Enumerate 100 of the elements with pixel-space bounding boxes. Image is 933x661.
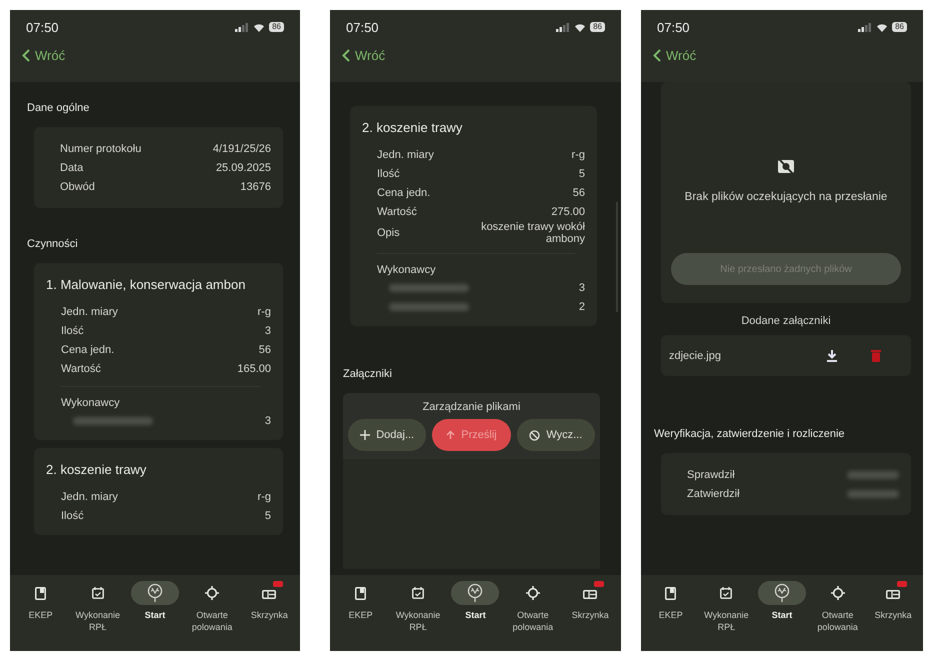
field-label: Numer protokołu — [60, 142, 142, 154]
redacted-name — [847, 490, 899, 498]
manager-title: Zarządzanie plikami — [422, 401, 522, 413]
antler-emblem-icon — [467, 583, 484, 603]
nav-tab[interactable]: Otwarte polowania — [184, 581, 240, 633]
section-title: Weryfikacja, zatwierdzenie i rozliczenie — [654, 428, 846, 440]
field-label: Jedn. miary — [61, 490, 118, 502]
section-title: Dane ogólne — [27, 102, 90, 114]
performer-count: 2 — [578, 300, 585, 312]
field-label: Wartość — [61, 362, 101, 374]
activity-title: 2. koszenie trawy — [362, 120, 464, 135]
field-label: Opis — [377, 227, 400, 239]
mailbox-icon — [262, 587, 276, 599]
field-value: 3 — [264, 324, 271, 336]
field-value: 13676 — [240, 180, 271, 192]
field-label: Wartość — [377, 206, 417, 218]
nav-tab[interactable]: Wykonanie RPŁ — [70, 581, 126, 633]
field-value: koszenie trawy wokół ambony — [480, 221, 585, 245]
back-button[interactable]: Wróć — [653, 48, 696, 63]
crosshair-icon — [526, 586, 540, 600]
mailbox-icon — [583, 587, 598, 599]
back-button[interactable]: Wróć — [22, 48, 66, 63]
nav-tab[interactable]: Wykonanie RPŁ — [698, 581, 754, 633]
nav-tab[interactable]: Start — [754, 581, 810, 633]
field-label: Cena jedn. — [377, 186, 430, 198]
section-title: Załączniki — [343, 368, 393, 380]
crosshair-icon — [830, 586, 845, 600]
battery-level: 86 — [590, 22, 605, 32]
clear-button[interactable]: Wycz... — [516, 419, 595, 451]
nav-tab[interactable]: EKEP — [12, 581, 69, 633]
file-row[interactable]: zdjecie.jpg — [661, 335, 911, 376]
field-value: 56 — [258, 344, 271, 356]
download-icon[interactable] — [827, 350, 837, 362]
mailbox-icon — [886, 587, 900, 599]
field-label: Data — [60, 162, 84, 174]
nav-tab[interactable]: EKEP — [332, 581, 389, 633]
activity-title: 1. Malowanie, konserwacja ambon — [46, 277, 246, 292]
crosshair-icon — [205, 586, 220, 600]
antler-emblem-icon — [774, 583, 790, 603]
antler-emblem-icon — [146, 583, 163, 603]
section-caption: Dodane załączniki — [740, 315, 832, 327]
field-value: 56 — [572, 186, 585, 198]
performers-label: Wykonawcy — [60, 397, 121, 409]
battery-level: 86 — [269, 22, 284, 32]
field-value: 5 — [264, 510, 271, 522]
empty-message: Brak plików oczekujących na przesłanie — [684, 191, 888, 203]
chevron-left-icon — [22, 49, 30, 62]
file-name: zdjecie.jpg — [669, 350, 722, 362]
field-label: Obwód — [60, 180, 95, 192]
nav-tab[interactable]: Wykonanie RPŁ — [390, 581, 446, 633]
chevron-left-icon — [342, 49, 350, 62]
field-value: 275.00 — [551, 206, 585, 218]
upload-icon — [446, 430, 456, 440]
wifi-icon — [574, 22, 586, 32]
nav-tab[interactable]: Skrzynka — [241, 581, 298, 633]
add-button[interactable]: Dodaj... — [348, 419, 426, 451]
field-value: r-g — [572, 148, 585, 160]
calendar-check-icon — [720, 587, 732, 599]
field-label: Cena jedn. — [61, 344, 114, 356]
field-label: Zatwierdził — [687, 488, 740, 500]
status-time: 07:50 — [657, 20, 690, 34]
signal-icon — [556, 22, 570, 32]
field-value: 4/191/25/26 — [212, 142, 271, 154]
back-button[interactable]: Wróć — [342, 48, 386, 63]
field-value: 5 — [578, 168, 585, 180]
wifi-icon — [876, 22, 888, 32]
field-label: Jedn. miary — [377, 148, 434, 160]
status-time: 07:50 — [26, 20, 59, 34]
battery-level: 86 — [892, 22, 907, 32]
signal-icon — [235, 22, 250, 32]
performer-count: 3 — [264, 414, 271, 426]
calendar-check-icon — [412, 587, 424, 599]
calendar-check-icon — [92, 587, 104, 599]
nav-tab[interactable]: Otwarte polowania — [810, 581, 866, 633]
chevron-left-icon — [653, 49, 661, 62]
nav-tab[interactable]: Skrzynka — [562, 581, 618, 633]
signal-icon — [858, 22, 872, 32]
book-icon — [665, 586, 676, 600]
field-value: 25.09.2025 — [216, 162, 271, 174]
ban-icon — [529, 430, 540, 440]
no-photo-icon — [777, 157, 795, 175]
field-label: Sprawdził — [687, 468, 735, 480]
nav-tab[interactable]: Start — [126, 581, 183, 633]
activity-title: 2. koszenie trawy — [46, 462, 148, 477]
status-time: 07:50 — [346, 20, 379, 34]
performers-label: Wykonawcy — [376, 264, 437, 276]
field-value: r-g — [258, 490, 271, 502]
book-icon — [355, 586, 366, 600]
field-label: Jedn. miary — [61, 306, 118, 318]
nav-tab[interactable]: EKEP — [643, 581, 699, 633]
field-value: 165.00 — [237, 362, 271, 374]
nav-tab[interactable]: Skrzynka — [865, 581, 921, 633]
field-label: Ilość — [61, 510, 84, 522]
nav-tab[interactable]: Otwarte polowania — [504, 581, 561, 633]
field-value: r-g — [258, 306, 271, 318]
nav-tab[interactable]: Start — [447, 581, 504, 633]
redacted-name — [847, 470, 899, 478]
field-label: Ilość — [61, 324, 84, 336]
field-label: Ilość — [377, 168, 400, 180]
section-title: Czynności — [27, 238, 79, 250]
